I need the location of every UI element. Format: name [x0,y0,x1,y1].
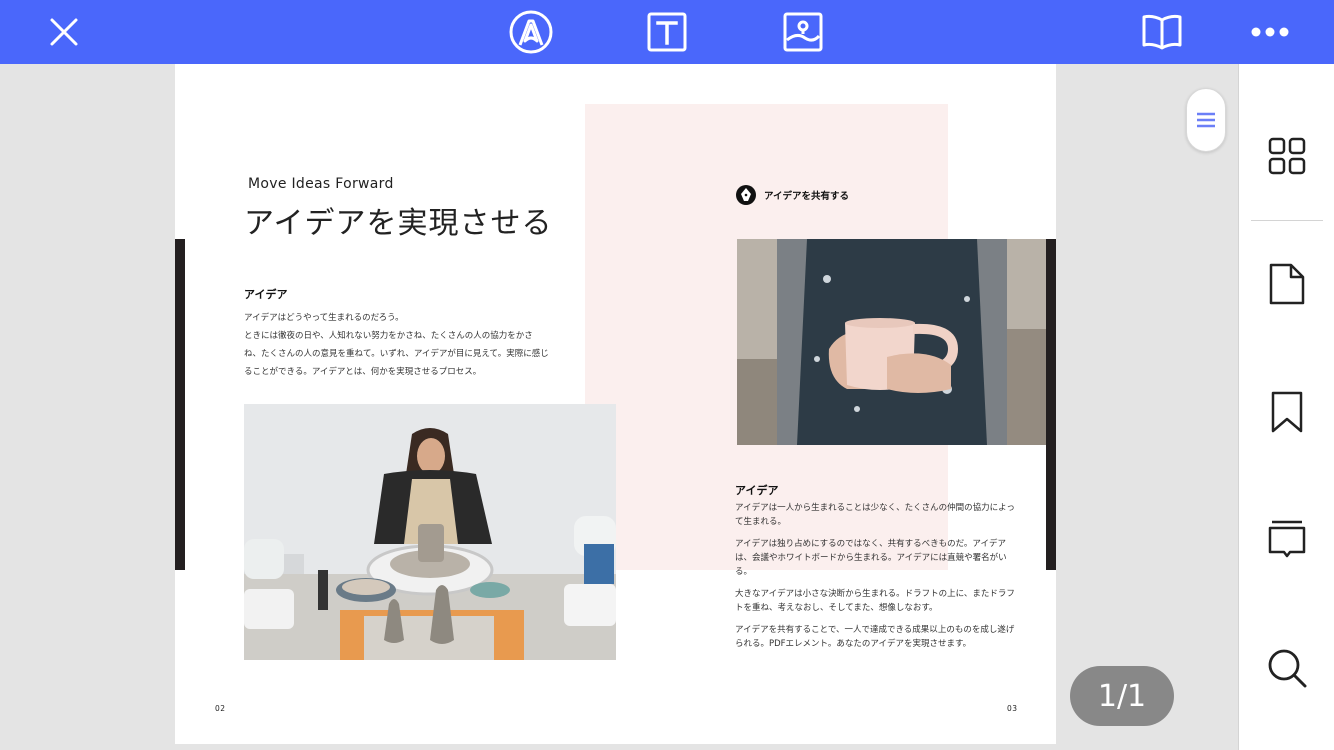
bookmark-icon [1271,391,1303,433]
right-sidebar [1238,64,1334,750]
image-tool-button[interactable] [779,8,827,56]
thumbnails-button[interactable] [1263,132,1311,180]
more-button[interactable] [1246,8,1294,56]
search-icon [1268,649,1307,688]
share-section-header: アイデアを共有する [736,185,849,205]
right-paragraph: アイデアは一人から生まれることは少なく、たくさんの仲間の協力によって生まれる。 [735,503,1015,527]
text-tool-icon [647,12,687,52]
top-toolbar [0,0,1334,64]
left-paragraph: アイデアはどうやって生まれるのだろう。 [244,313,404,323]
share-label: アイデアを共有する [764,191,850,202]
left-page-body: アイデアはどうやって生まれるのだろう。 ときには徹夜の日や、人知れない努力をかさ… [244,309,549,381]
right-page-heading: アイデア [735,484,779,497]
left-page-subtitle: Move Ideas Forward [248,176,394,192]
ceramic-cup-photo [737,239,1046,445]
bookmark-button[interactable] [1263,388,1311,436]
right-paragraph: アイデアを共有することで、一人で達成できる成果以上のものを成し遂げられる。PDF… [735,625,1015,649]
pdf-page-spread[interactable]: Move Ideas Forward アイデアを実現させる アイデア アイデアは… [175,64,1056,744]
right-paragraph: 大きなアイデアは小さな決断から生まれる。ドラフトの上に、またドラフトを重ね、考え… [735,589,1015,613]
scroll-handle[interactable] [1186,88,1226,152]
more-icon [1251,27,1289,37]
close-button[interactable] [40,8,88,56]
annotate-icon [509,10,553,54]
comments-button[interactable] [1263,516,1311,564]
page-icon [1269,263,1305,305]
page-indicator: 1/1 [1070,666,1174,726]
left-page-heading: アイデア [244,288,288,301]
pen-nib-icon [736,185,756,205]
pottery-wheel-photo [244,404,616,660]
left-edge-bar [175,239,185,570]
right-paragraph: アイデアは独り占めにするのではなく、共有するべきものだ。アイデアは、会議やホワイ… [735,539,1007,577]
close-icon [50,18,78,46]
left-page-title: アイデアを実現させる [244,206,553,241]
text-tool-button[interactable] [643,8,691,56]
grid-view-icon [1268,137,1306,175]
left-page-number: 02 [215,704,226,713]
reading-mode-button[interactable] [1138,8,1186,56]
right-edge-bar [1046,239,1056,570]
right-page-number: 03 [1007,704,1018,713]
left-paragraph: ときには徹夜の日や、人知れない努力をかさね、たくさんの人の協力をかさね、たくさん… [244,331,549,377]
document-viewer[interactable]: Move Ideas Forward アイデアを実現させる アイデア アイデアは… [0,64,1238,750]
search-button[interactable] [1263,644,1311,692]
drag-handle-icon [1197,112,1215,128]
annotate-button[interactable] [507,8,555,56]
sidebar-divider [1251,220,1323,221]
reading-mode-icon [1142,14,1182,50]
page-button[interactable] [1263,260,1311,308]
image-tool-icon [783,12,823,52]
comments-icon [1268,520,1306,558]
right-page-body: アイデアは一人から生まれることは少なく、たくさんの仲間の協力によって生まれる。 … [735,501,1015,659]
